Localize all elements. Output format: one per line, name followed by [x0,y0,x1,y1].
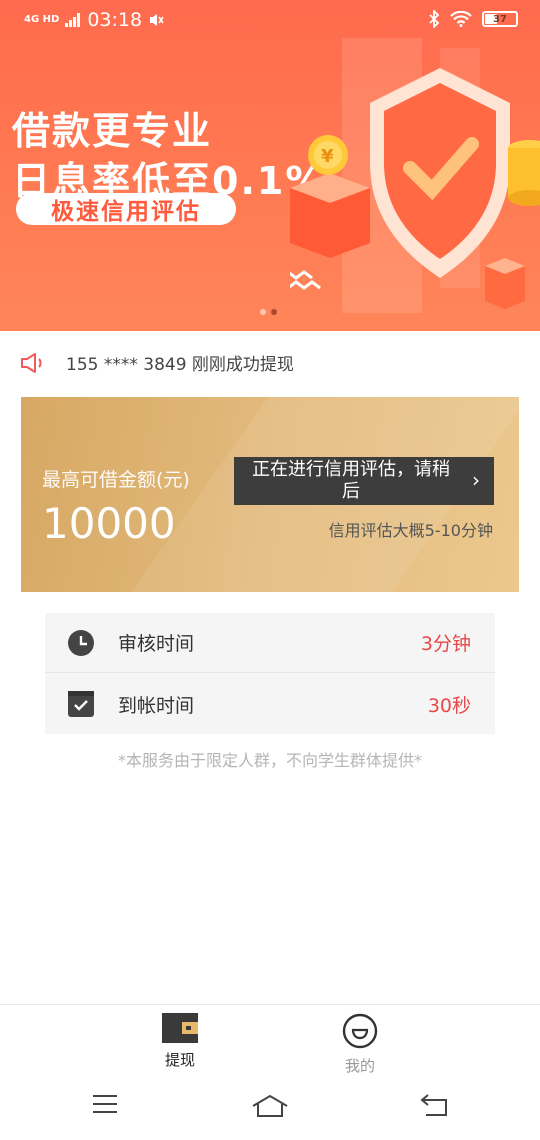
carousel-dot[interactable] [260,309,266,315]
arrival-time-value: 30秒 [427,694,471,717]
evaluation-hint: 信用评估大概5-10分钟 [328,521,493,540]
mute-icon [150,14,164,26]
loan-amount-card: 最高可借金额(元) 10000 正在进行信用评估，请稍后 › 信用评估大概5-1… [21,397,519,592]
network-indicator: 4G HD [24,14,60,25]
carousel-indicator [260,309,277,315]
battery-level: 37 [493,13,507,25]
wifi-icon [450,11,472,27]
bluetooth-icon [429,10,440,28]
banner-pill-button[interactable]: 极速信用评估 [16,193,236,225]
arrival-time-label: 到帐时间 [118,694,195,717]
carousel-dot-active[interactable] [271,309,277,315]
notice-text: 155 **** 3849 刚刚成功提现 [66,355,294,375]
wallet-icon [162,1013,198,1043]
max-amount-value: 10000 [42,499,176,548]
clock-time: 03:18 [87,9,143,31]
credit-evaluation-label: 正在进行信用评估，请稍后 [252,459,450,502]
timing-info-box: 审核时间 3分钟 到帐时间 30秒 [45,613,495,734]
home-icon[interactable] [252,1094,288,1118]
system-navigation-bar [0,1080,540,1140]
back-icon[interactable] [420,1094,448,1116]
review-time-value: 3分钟 [420,633,471,655]
disclaimer-text: *本服务由于限定人群，不向学生群体提供* [117,751,422,770]
banner-title-line1: 借款更专业 [12,109,213,153]
clock-icon [68,629,94,656]
bottom-tab-bar: 提现 我的 [0,1004,540,1080]
review-time-label: 审核时间 [118,633,195,655]
checkbox-icon [68,691,94,717]
tab-mine[interactable]: 我的 [320,1013,400,1076]
battery-icon: 37 [482,11,518,27]
chevron-right-icon: › [472,468,480,492]
tab-withdraw-label: 提现 [164,1051,195,1069]
arrival-time-row: 到帐时间 30秒 [45,674,495,734]
speaker-icon [21,352,42,373]
review-time-row: 审核时间 3分钟 [45,613,495,673]
withdrawal-notice: 155 **** 3849 刚刚成功提现 [20,350,294,375]
max-amount-label: 最高可借金额(元) [42,469,190,491]
shield-illustration: ¥ [290,38,540,313]
promo-banner[interactable]: 4G HD 03:18 37 借款更专业 日息率低至0.1% 极速信用评估 ¥ [0,0,540,331]
menu-icon[interactable] [92,1094,118,1114]
credit-evaluation-button[interactable]: 正在进行信用评估，请稍后 › [234,457,494,505]
signal-icon [65,13,81,27]
svg-text:¥: ¥ [321,146,334,167]
smiley-face-icon [342,1013,378,1049]
tab-mine-label: 我的 [344,1057,375,1075]
tab-withdraw[interactable]: 提现 [140,1013,220,1070]
